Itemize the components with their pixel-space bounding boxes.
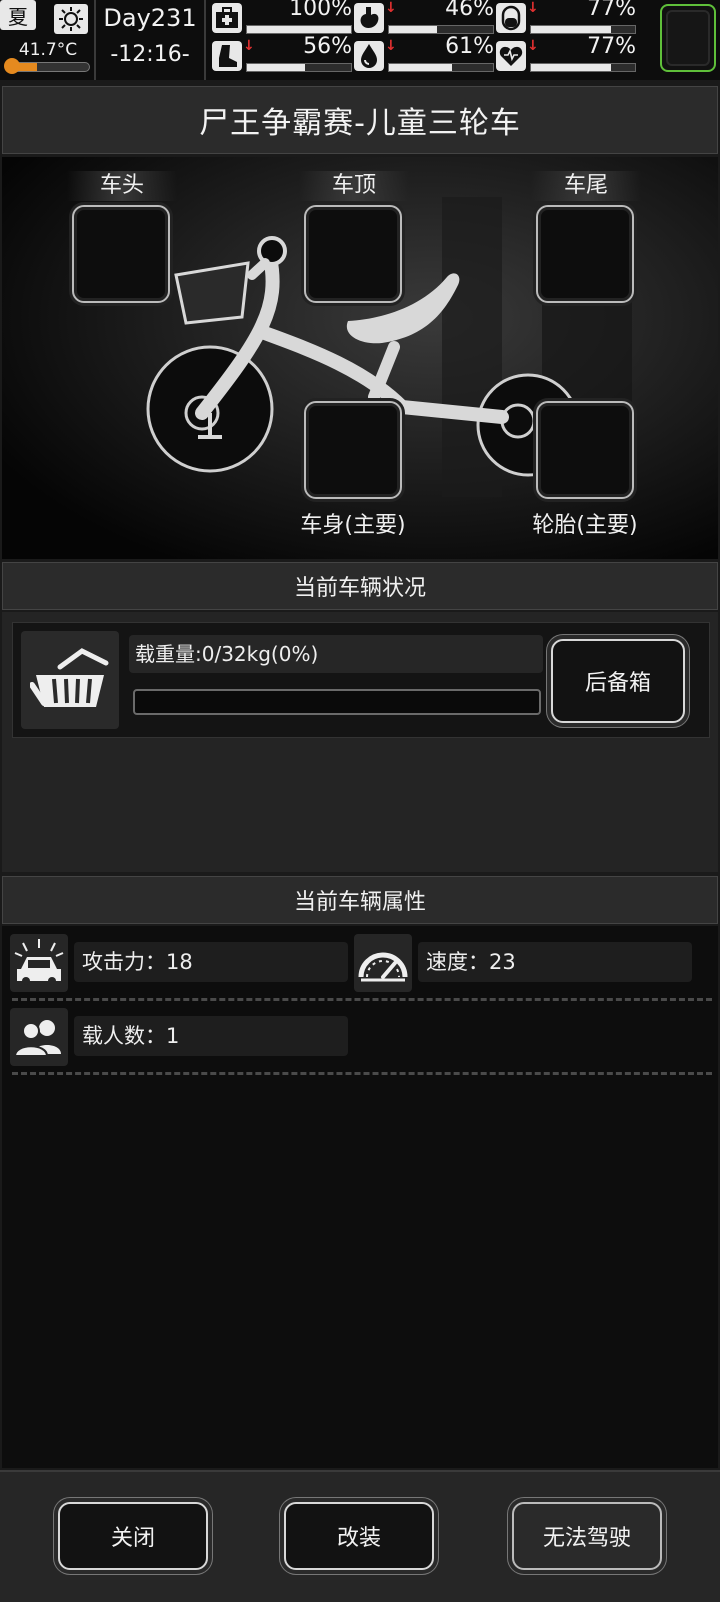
page-title: 尸王争霸赛-儿童三轮车	[2, 86, 718, 154]
stat-hunger[interactable]: ↓ 46%	[354, 0, 494, 36]
vehicle-display: 车头 车顶 车尾 车身(主要) 轮胎(主要)	[2, 157, 718, 559]
stomach-icon	[354, 3, 384, 33]
boot-icon	[212, 41, 242, 71]
vehicle-attributes-header: 当前车辆属性	[2, 876, 718, 924]
season-badge: 夏	[0, 0, 36, 30]
avatar-slot[interactable]	[660, 4, 716, 72]
bottom-action-bar: 关闭 改装 无法驾驶	[0, 1470, 720, 1602]
vehicle-status-panel: 载重量:0/32kg(0%) 后备箱	[2, 612, 718, 872]
thermometer-icon	[4, 58, 20, 74]
stat-value: 61%	[445, 34, 494, 59]
down-arrow-icon: ↓	[243, 38, 255, 54]
down-arrow-icon: ↓	[527, 0, 539, 16]
divider	[12, 1072, 712, 1075]
pill-icon	[496, 3, 526, 33]
slot-head[interactable]	[72, 205, 170, 303]
attack-value: 攻击力：18	[74, 942, 348, 982]
divider	[204, 0, 206, 80]
stat-bar	[246, 25, 352, 34]
heart-icon	[496, 41, 526, 71]
stat-health[interactable]: 100%	[212, 0, 352, 36]
stat-thirst[interactable]: ↓ 61%	[354, 34, 494, 74]
cargo-row: 载重量:0/32kg(0%) 后备箱	[12, 622, 710, 738]
temperature-bar	[8, 62, 90, 72]
divider	[12, 998, 712, 1001]
passenger-capacity-value: 载人数：1	[74, 1016, 348, 1056]
stat-bar	[246, 63, 352, 72]
down-arrow-icon: ↓	[385, 38, 397, 54]
stat-value: 77%	[587, 0, 636, 21]
down-arrow-icon: ↓	[527, 38, 539, 54]
slot-label-tail: 车尾	[531, 171, 641, 201]
modify-button[interactable]: 改装	[284, 1502, 434, 1570]
slot-tire[interactable]	[536, 401, 634, 499]
slot-label-roof: 车顶	[299, 171, 409, 201]
slot-label-head: 车头	[67, 171, 177, 201]
water-drop-icon	[354, 41, 384, 71]
vehicle-attributes-panel: 攻击力：18 速度：23 载人数：1	[2, 926, 718, 1468]
basket-icon	[21, 631, 119, 729]
stat-value: 100%	[289, 0, 352, 21]
load-capacity-text: 载重量:0/32kg(0%)	[129, 635, 543, 673]
stat-value: 46%	[445, 0, 494, 21]
status-bar: 夏 41.7°C Day231 -12:16- 100% ↓ 46% ↓ 77%…	[0, 0, 720, 80]
passengers-icon	[10, 1008, 68, 1066]
sun-icon	[54, 4, 88, 34]
slot-label-tire: 轮胎(主要)	[532, 513, 638, 538]
trunk-button[interactable]: 后备箱	[551, 639, 685, 723]
drive-button[interactable]: 无法驾驶	[512, 1502, 662, 1570]
stat-mood[interactable]: ↓ 77%	[496, 34, 636, 74]
clock-time: -12:16-	[110, 42, 190, 67]
down-arrow-icon: ↓	[385, 0, 397, 16]
medkit-icon	[212, 3, 242, 33]
slot-body[interactable]	[304, 401, 402, 499]
slot-roof[interactable]	[304, 205, 402, 303]
stat-stamina[interactable]: ↓ 56%	[212, 34, 352, 74]
stat-value: 77%	[587, 34, 636, 59]
day-counter: Day231	[103, 4, 197, 32]
load-progress-bar	[133, 689, 541, 715]
stat-bar	[530, 25, 636, 34]
divider	[94, 0, 96, 80]
speed-value: 速度：23	[418, 942, 692, 982]
stat-value: 56%	[303, 34, 352, 59]
slot-label-body: 车身(主要)	[300, 513, 406, 538]
temperature-text: 41.7°C	[18, 40, 78, 60]
close-button[interactable]: 关闭	[58, 1502, 208, 1570]
vehicle-status-header: 当前车辆状况	[2, 562, 718, 610]
stat-medicine[interactable]: ↓ 77%	[496, 0, 636, 36]
car-attack-icon	[10, 934, 68, 992]
speedometer-icon	[354, 934, 412, 992]
slot-tail[interactable]	[536, 205, 634, 303]
stat-bar	[530, 63, 636, 72]
stat-bar	[388, 25, 494, 34]
stat-bar	[388, 63, 494, 72]
